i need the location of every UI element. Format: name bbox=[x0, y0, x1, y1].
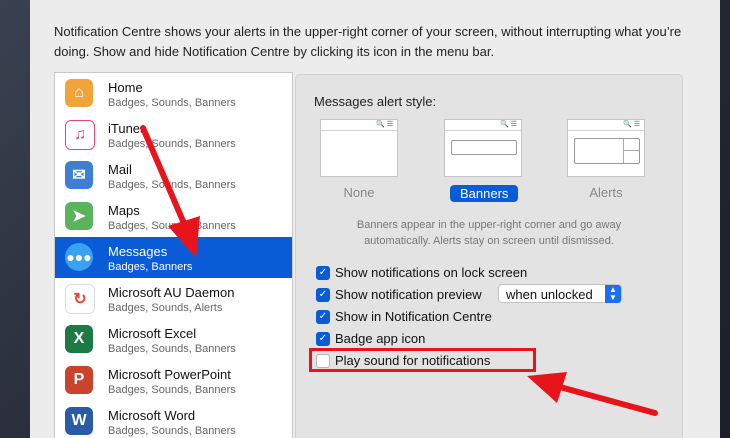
notifications-window: Notification Centre shows your alerts in… bbox=[30, 0, 720, 438]
app-name: Maps bbox=[108, 203, 140, 218]
app-sub: Badges, Sounds, Banners bbox=[108, 343, 236, 355]
preview-select[interactable]: when unlocked ▲ ▼ bbox=[498, 284, 622, 303]
app-item-messages[interactable]: ●●● Messages Badges, Banners bbox=[55, 237, 292, 278]
app-item-maps[interactable]: ➤ Maps Badges, Sounds, Banners bbox=[55, 196, 292, 237]
checkbox-checked[interactable]: ✓ bbox=[316, 287, 330, 302]
style-option-alerts[interactable]: 🔍 ☰ Alerts bbox=[567, 119, 645, 200]
app-item-powerpoint[interactable]: P Microsoft PowerPoint Badges, Sounds, B… bbox=[55, 360, 292, 401]
chevron-updown-icon: ▲ ▼ bbox=[605, 285, 621, 303]
settings-panel: Messages alert style: 🔍 ☰ None 🔍 ☰ Banne… bbox=[295, 74, 683, 438]
option-lock-screen[interactable]: ✓ Show notifications on lock screen bbox=[316, 264, 527, 282]
app-sub: Badges, Sounds, Banners bbox=[108, 220, 236, 232]
app-sub: Badges, Sounds, Banners bbox=[108, 97, 236, 109]
itunes-icon: ♫ bbox=[65, 120, 95, 150]
app-sub: Badges, Sounds, Alerts bbox=[108, 302, 223, 314]
messages-icon: ●●● bbox=[65, 243, 93, 271]
option-badge[interactable]: ✓ Badge app icon bbox=[316, 330, 425, 348]
option-label: Show notifications on lock screen bbox=[335, 265, 528, 280]
app-name: Microsoft PowerPoint bbox=[108, 367, 231, 382]
annotation-highlight-box bbox=[309, 348, 536, 372]
app-item-excel[interactable]: X Microsoft Excel Badges, Sounds, Banner… bbox=[55, 319, 292, 360]
app-sub: Badges, Sounds, Banners bbox=[108, 179, 236, 191]
checkbox-checked[interactable]: ✓ bbox=[316, 265, 330, 280]
app-item-itunes[interactable]: ♫ iTunes Badges, Sounds, Banners bbox=[55, 114, 292, 155]
alert-style-title: Messages alert style: bbox=[314, 94, 437, 109]
app-name: Mail bbox=[108, 162, 132, 177]
mail-icon: ✉ bbox=[65, 161, 93, 189]
excel-icon: X bbox=[65, 325, 93, 353]
home-icon: ⌂ bbox=[65, 79, 93, 107]
maps-icon: ➤ bbox=[65, 202, 93, 230]
au-daemon-icon: ↻ bbox=[65, 284, 95, 314]
option-label: Badge app icon bbox=[335, 331, 426, 346]
word-icon: W bbox=[65, 407, 93, 435]
app-name: iTunes bbox=[108, 121, 147, 136]
app-item-word[interactable]: W Microsoft Word Badges, Sounds, Banners bbox=[55, 401, 292, 438]
app-name: Messages bbox=[108, 244, 168, 259]
app-name: Microsoft Excel bbox=[108, 326, 197, 341]
option-preview[interactable]: ✓ Show notification preview bbox=[316, 286, 482, 304]
option-label: Show notification preview bbox=[335, 287, 482, 302]
style-option-none[interactable]: 🔍 ☰ None bbox=[320, 119, 398, 200]
checkbox-checked[interactable]: ✓ bbox=[316, 309, 330, 324]
app-sub: Badges, Sounds, Banners bbox=[108, 384, 236, 396]
preview-select-value: when unlocked bbox=[506, 287, 593, 302]
powerpoint-icon: P bbox=[65, 366, 93, 394]
style-option-banners[interactable]: 🔍 ☰ Banners bbox=[444, 119, 522, 203]
app-sub: Badges, Sounds, Banners bbox=[108, 138, 236, 150]
app-item-au-daemon[interactable]: ↻ Microsoft AU Daemon Badges, Sounds, Al… bbox=[55, 278, 292, 319]
app-sub: Badges, Banners bbox=[108, 261, 193, 273]
checkbox-checked[interactable]: ✓ bbox=[316, 331, 330, 346]
style-label-none: None bbox=[343, 185, 375, 200]
none-thumbnail[interactable]: 🔍 ☰ bbox=[320, 119, 398, 177]
style-label-banners: Banners bbox=[450, 185, 519, 202]
option-notification-centre[interactable]: ✓ Show in Notification Centre bbox=[316, 308, 492, 326]
banners-thumbnail[interactable]: 🔍 ☰ bbox=[444, 119, 522, 177]
intro-text: Notification Centre shows your alerts in… bbox=[54, 24, 682, 59]
alerts-thumbnail[interactable]: 🔍 ☰ bbox=[567, 119, 645, 177]
app-sub: Badges, Sounds, Banners bbox=[108, 425, 236, 437]
app-item-home[interactable]: ⌂ Home Badges, Sounds, Banners bbox=[55, 73, 292, 114]
app-item-mail[interactable]: ✉ Mail Badges, Sounds, Banners bbox=[55, 155, 292, 196]
alert-style-description: Banners appear in the upper-right corner… bbox=[356, 219, 622, 247]
option-label: Show in Notification Centre bbox=[335, 309, 492, 324]
app-list[interactable]: ⌂ Home Badges, Sounds, Banners ♫ iTunes … bbox=[54, 72, 293, 438]
app-name: Microsoft AU Daemon bbox=[108, 285, 235, 300]
app-name: Microsoft Word bbox=[108, 408, 196, 423]
app-name: Home bbox=[108, 80, 143, 95]
style-label-alerts: Alerts bbox=[589, 185, 623, 200]
